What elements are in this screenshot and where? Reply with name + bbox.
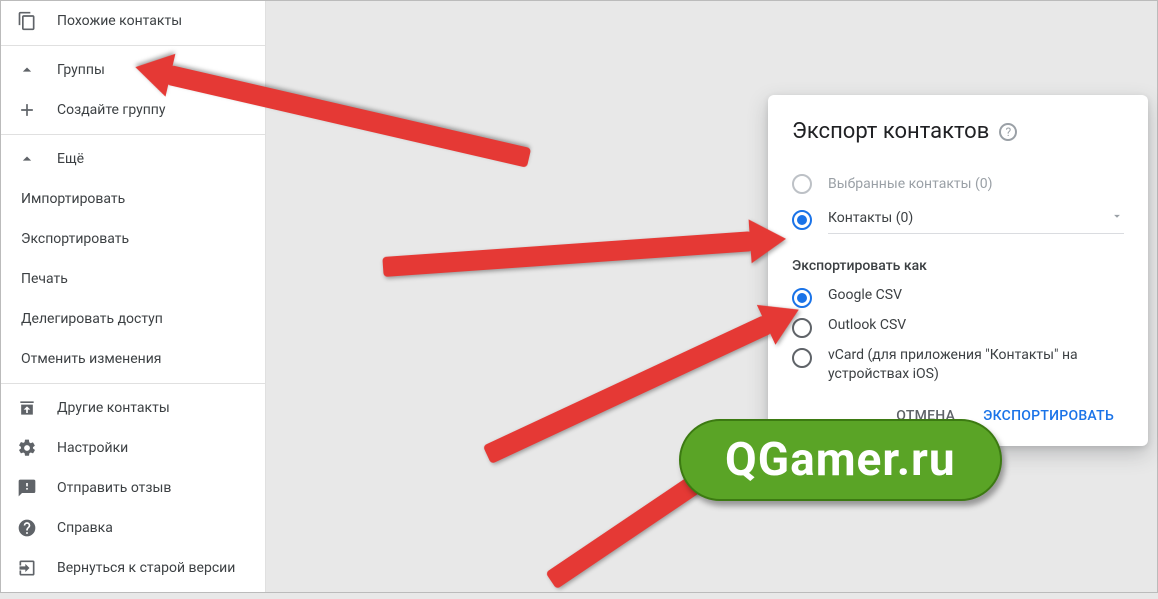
sidebar: Похожие контакты Группы Создайте группу … xyxy=(1,1,266,592)
sidebar-item-create-group[interactable]: Создайте группу xyxy=(1,90,265,130)
radio-label: Outlook CSV xyxy=(828,316,906,335)
radio-label: vCard (для приложения "Контакты" на устр… xyxy=(828,346,1124,384)
sidebar-item-label: Вернуться к старой версии xyxy=(57,560,235,576)
export-dialog: Экспорт контактов ? Выбранные контакты (… xyxy=(768,95,1148,446)
dialog-title: Экспорт контактов xyxy=(792,119,989,144)
watermark-badge: QGamer.ru xyxy=(679,419,1002,501)
sidebar-item-undo-changes[interactable]: Отменить изменения xyxy=(1,339,265,379)
sidebar-item-label: Похожие контакты xyxy=(57,13,182,29)
chevron-up-icon xyxy=(17,149,37,169)
radio-icon[interactable] xyxy=(792,288,812,308)
radio-icon[interactable] xyxy=(792,318,812,338)
radio-format-outlook[interactable]: Outlook CSV xyxy=(792,316,1124,338)
archive-icon xyxy=(17,398,37,418)
sidebar-item-label: Создайте группу xyxy=(57,102,166,118)
sidebar-item-feedback[interactable]: Отправить отзыв xyxy=(1,468,265,508)
exit-icon xyxy=(17,558,37,578)
dialog-title-row: Экспорт контактов ? xyxy=(792,119,1124,144)
help-icon[interactable]: ? xyxy=(999,123,1017,141)
sidebar-item-label: Ещё xyxy=(57,151,84,167)
sidebar-item-import[interactable]: Импортировать xyxy=(1,179,265,219)
divider xyxy=(1,134,265,135)
merge-icon xyxy=(17,11,37,31)
sidebar-item-label: Экспортировать xyxy=(21,231,129,247)
sidebar-item-delegate[interactable]: Делегировать доступ xyxy=(1,299,265,339)
sidebar-item-label: Настройки xyxy=(57,440,128,456)
radio-icon xyxy=(792,174,812,194)
sidebar-item-label: Отменить изменения xyxy=(21,351,161,367)
sidebar-item-similar-contacts[interactable]: Похожие контакты xyxy=(1,1,265,41)
radio-icon[interactable] xyxy=(792,210,812,230)
export-as-label: Экспортировать как xyxy=(792,258,1124,274)
sidebar-item-label: Другие контакты xyxy=(57,400,170,416)
sidebar-item-label: Импортировать xyxy=(21,191,125,207)
sidebar-item-label: Отправить отзыв xyxy=(57,480,171,496)
sidebar-item-help[interactable]: Справка xyxy=(1,508,265,548)
dropdown-label: Контакты (0) xyxy=(828,210,913,226)
radio-contacts-dropdown[interactable]: Контакты (0) xyxy=(792,202,1124,238)
radio-label: Google CSV xyxy=(828,286,902,305)
radio-label: Выбранные контакты (0) xyxy=(828,176,993,192)
divider xyxy=(1,383,265,384)
sidebar-item-more[interactable]: Ещё xyxy=(1,139,265,179)
divider xyxy=(1,45,265,46)
help-icon xyxy=(17,518,37,538)
radio-icon[interactable] xyxy=(792,348,812,368)
sidebar-item-groups[interactable]: Группы xyxy=(1,50,265,90)
radio-selected-contacts: Выбранные контакты (0) xyxy=(792,166,1124,202)
feedback-icon xyxy=(17,478,37,498)
sidebar-item-label: Печать xyxy=(21,271,68,287)
radio-format-vcard[interactable]: vCard (для приложения "Контакты" на устр… xyxy=(792,346,1124,384)
sidebar-item-label: Группы xyxy=(57,62,105,78)
contacts-dropdown[interactable]: Контакты (0) xyxy=(828,209,1124,234)
sidebar-item-label: Справка xyxy=(57,520,113,536)
sidebar-item-label: Делегировать доступ xyxy=(21,311,163,327)
sidebar-item-print[interactable]: Печать xyxy=(1,259,265,299)
plus-icon xyxy=(17,100,37,120)
chevron-up-icon xyxy=(17,60,37,80)
gear-icon xyxy=(17,438,37,458)
sidebar-item-settings[interactable]: Настройки xyxy=(1,428,265,468)
radio-format-google[interactable]: Google CSV xyxy=(792,286,1124,308)
chevron-down-icon xyxy=(1110,209,1124,227)
sidebar-item-export[interactable]: Экспортировать xyxy=(1,219,265,259)
sidebar-item-other-contacts[interactable]: Другие контакты xyxy=(1,388,265,428)
export-button[interactable]: ЭКСПОРТИРОВАТЬ xyxy=(973,400,1124,432)
sidebar-item-old-version[interactable]: Вернуться к старой версии xyxy=(1,548,265,588)
